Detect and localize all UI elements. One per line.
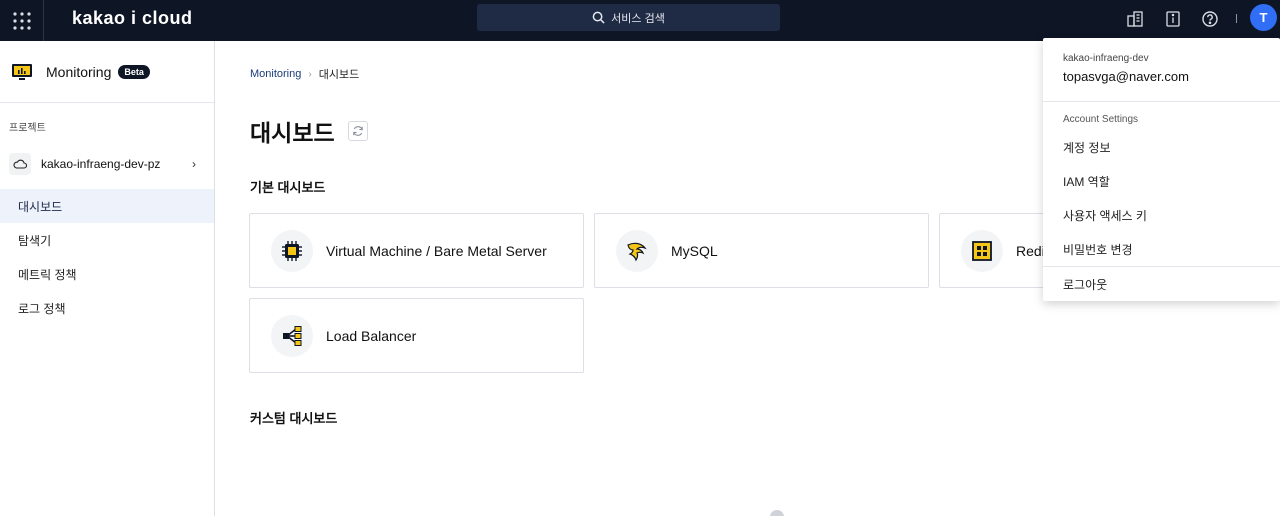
- project-section-label: 프로젝트: [9, 123, 46, 134]
- sidebar-item-log-policy[interactable]: 로그 정책: [0, 291, 214, 325]
- refresh-button[interactable]: [348, 121, 368, 141]
- menu-item-access-key[interactable]: 사용자 액세스 키: [1063, 207, 1147, 224]
- sidebar-item-dashboard[interactable]: 대시보드: [0, 189, 214, 223]
- breadcrumb-current: 대시보드: [318, 69, 360, 81]
- sidebar-header: Monitoring Beta: [0, 41, 214, 103]
- info-icon: [1166, 11, 1180, 27]
- card-icon-wrap: [961, 229, 1003, 272]
- account-menu: kakao-infraeng-dev topasvga@naver.com Ac…: [1043, 38, 1280, 301]
- help-icon: [1202, 11, 1218, 27]
- menu-item-account-info[interactable]: 계정 정보: [1063, 139, 1111, 156]
- menu-divider: [1043, 101, 1280, 102]
- user-avatar-button[interactable]: T: [1250, 4, 1277, 31]
- card-label: Redi: [1016, 242, 1045, 259]
- building-icon: [1127, 11, 1143, 27]
- card-label: Load Balancer: [326, 327, 417, 344]
- docs-button[interactable]: [1124, 8, 1146, 30]
- service-search-button[interactable]: 서비스 검색: [477, 4, 780, 31]
- sidebar-item-explorer[interactable]: 탐색기: [0, 223, 214, 257]
- account-project: kakao-infraeng-dev: [1063, 53, 1149, 64]
- chip-icon: [282, 240, 302, 261]
- sidebar-nav: 대시보드 탐색기 메트릭 정책 로그 정책: [0, 189, 214, 325]
- mysql-icon: [627, 242, 647, 261]
- menu-divider: [1043, 266, 1280, 267]
- grid-icon: [12, 11, 31, 30]
- app-grid-button[interactable]: [0, 0, 44, 41]
- service-title: Monitoring: [46, 63, 112, 80]
- custom-dashboard-heading: 커스텀 대시보드: [250, 411, 338, 426]
- account-settings-heading: Account Settings: [1063, 114, 1139, 125]
- project-icon-wrap: [9, 153, 31, 175]
- search-label: 서비스 검색: [611, 12, 665, 25]
- monitor-icon: [12, 63, 32, 80]
- top-bar: kakao i cloud 서비스 검색 T: [0, 0, 1280, 41]
- card-icon-wrap: [616, 229, 658, 272]
- card-icon-wrap: [271, 314, 313, 357]
- dashboard-card-load-balancer[interactable]: Load Balancer: [249, 298, 584, 373]
- refresh-icon: [353, 126, 363, 136]
- card-label: Virtual Machine / Bare Metal Server: [326, 242, 547, 259]
- breadcrumb: Monitoring › 대시보드: [250, 66, 359, 82]
- brand-logo[interactable]: kakao i cloud: [72, 8, 193, 29]
- sidebar: Monitoring Beta 프로젝트 kakao-infraeng-dev-…: [0, 41, 215, 516]
- card-label: MySQL: [671, 242, 718, 259]
- menu-item-logout[interactable]: 로그아웃: [1063, 276, 1107, 293]
- cloud-icon: [13, 159, 27, 169]
- redis-icon: [972, 240, 992, 261]
- top-divider: [1236, 14, 1237, 23]
- breadcrumb-monitoring-link[interactable]: Monitoring: [250, 68, 301, 80]
- dashboard-card-mysql[interactable]: MySQL: [594, 213, 929, 288]
- project-selector[interactable]: kakao-infraeng-dev-pz ›: [0, 146, 214, 182]
- basic-dashboard-heading: 기본 대시보드: [250, 180, 326, 195]
- search-icon: [592, 11, 605, 24]
- scroll-indicator: [770, 510, 784, 516]
- beta-badge: Beta: [118, 64, 150, 79]
- sidebar-item-metric-policy[interactable]: 메트릭 정책: [0, 257, 214, 291]
- account-email: topasvga@naver.com: [1063, 69, 1189, 84]
- dashboard-card-vm[interactable]: Virtual Machine / Bare Metal Server: [249, 213, 584, 288]
- chevron-right-icon: ›: [192, 157, 196, 171]
- card-icon-wrap: [271, 229, 313, 272]
- menu-item-iam-role[interactable]: IAM 역할: [1063, 173, 1110, 190]
- help-button[interactable]: [1199, 8, 1221, 30]
- menu-item-change-password[interactable]: 비밀번호 변경: [1063, 241, 1133, 258]
- load-balancer-icon: [283, 325, 302, 346]
- info-button[interactable]: [1162, 8, 1184, 30]
- page-title: 대시보드: [250, 120, 335, 146]
- chevron-right-icon: ›: [308, 68, 312, 80]
- project-name: kakao-infraeng-dev-pz: [41, 157, 161, 171]
